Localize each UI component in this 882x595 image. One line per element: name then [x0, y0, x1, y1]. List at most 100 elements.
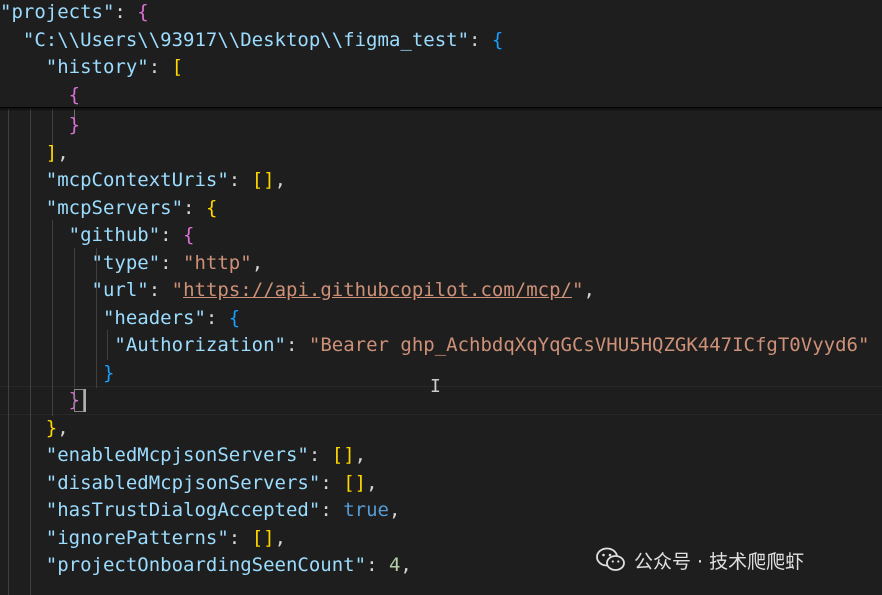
code-token: : — [469, 28, 492, 51]
code-token: "http" — [183, 251, 252, 274]
code-token: } — [45, 416, 58, 439]
code-token: "disabledMcpjsonServers" — [45, 471, 321, 494]
code-token: : — [160, 224, 184, 246]
code-token: "C:\\Users\\93917\\Desktop\\figma_test" — [22, 28, 470, 51]
code-token: "Authorization" — [114, 334, 286, 356]
code-token: { — [183, 224, 195, 246]
code-line[interactable]: "Authorization": "Bearer ghp_AchbdqXqYqG… — [0, 332, 869, 359]
code-line[interactable]: }, — [0, 415, 69, 442]
code-token: "mcpServers" — [45, 196, 184, 219]
code-line[interactable]: "mcpServers": { — [0, 195, 218, 222]
code-token: true — [343, 499, 389, 521]
code-token: , — [274, 169, 287, 191]
ibeam-cursor-icon: I — [430, 376, 441, 397]
code-line[interactable]: } — [0, 360, 114, 387]
code-token: , — [274, 526, 287, 549]
code-token: [] — [251, 169, 275, 191]
code-token: : — [160, 251, 184, 274]
code-line[interactable]: } — [0, 387, 80, 414]
watermark: 公众号 · 技术爬爬虾 — [596, 544, 804, 576]
code-line[interactable]: "history": [ — [0, 54, 183, 81]
code-token: [] — [251, 526, 275, 549]
code-token: [ — [171, 56, 184, 78]
code-token: { — [228, 306, 241, 329]
code-line[interactable]: "headers": { — [0, 305, 240, 332]
code-token: "projectOnboardingSeenCount" — [45, 554, 367, 576]
code-token: , — [57, 416, 69, 439]
code-token: : — [205, 306, 229, 329]
code-line[interactable]: { — [0, 82, 80, 109]
code-token: , — [388, 499, 401, 521]
code-line[interactable]: ], — [0, 140, 69, 167]
code-token: 4 — [388, 554, 401, 576]
code-line[interactable]: "projects": { — [0, 0, 149, 26]
code-token: : — [183, 196, 206, 219]
code-token: "Bearer ghp_AchbdqXqYqGCsVHU5HQZGK447ICf… — [308, 334, 870, 356]
code-token: " — [171, 279, 184, 301]
code-line[interactable]: "url": "https://api.githubcopilot.com/mc… — [0, 277, 595, 304]
code-token: [] — [331, 444, 355, 466]
code-token: : — [228, 169, 252, 191]
code-token: : — [308, 444, 332, 466]
code-token: : — [285, 334, 309, 356]
code-token: { — [491, 28, 504, 51]
code-token: "history" — [45, 56, 149, 78]
code-line[interactable]: "C:\\Users\\93917\\Desktop\\figma_test":… — [0, 27, 503, 54]
code-token: } — [102, 361, 115, 384]
code-line[interactable]: "ignorePatterns": [], — [0, 525, 286, 552]
code-line[interactable]: "github": { — [0, 222, 195, 249]
code-token: { — [205, 196, 218, 219]
code-token: "projects" — [0, 1, 115, 23]
code-line[interactable]: "disabledMcpjsonServers": [], — [0, 470, 378, 497]
code-token: , — [366, 471, 378, 494]
code-token: { — [68, 83, 81, 106]
code-token: [] — [343, 471, 367, 494]
code-line[interactable]: } — [0, 112, 80, 139]
code-token: : — [114, 1, 138, 23]
code-token: : — [320, 499, 344, 521]
code-line[interactable]: "hasTrustDialogAccepted": true, — [0, 497, 401, 524]
code-token: ] — [45, 141, 58, 164]
code-token: : — [148, 279, 172, 301]
text-cursor — [84, 389, 86, 412]
code-line[interactable]: "projectOnboardingSeenCount": 4, — [0, 552, 412, 579]
code-token: : — [366, 554, 389, 576]
code-token: , — [400, 554, 412, 576]
code-token: : — [148, 56, 172, 78]
code-token: "github" — [68, 224, 161, 246]
code-token: , — [583, 279, 595, 301]
sticky-scroll-header[interactable]: "projects": { "C:\\Users\\93917\\Desktop… — [0, 0, 882, 109]
sticky-scroll-shadow — [0, 107, 882, 111]
code-token: "type" — [91, 251, 161, 274]
code-line[interactable]: "mcpContextUris": [], — [0, 167, 286, 194]
code-token: " — [572, 279, 584, 301]
code-token: , — [354, 444, 367, 466]
code-token: , — [251, 251, 264, 274]
code-line[interactable]: "enabledMcpjsonServers": [], — [0, 442, 366, 469]
code-token: "enabledMcpjsonServers" — [45, 444, 309, 466]
code-token: "hasTrustDialogAccepted" — [45, 499, 321, 521]
code-token: https://api.githubcopilot.com/mcp/ — [183, 279, 572, 301]
wechat-icon — [596, 547, 625, 571]
code-line[interactable]: "type": "http", — [0, 250, 264, 277]
code-token: } — [68, 114, 81, 136]
code-token: : — [228, 526, 252, 549]
